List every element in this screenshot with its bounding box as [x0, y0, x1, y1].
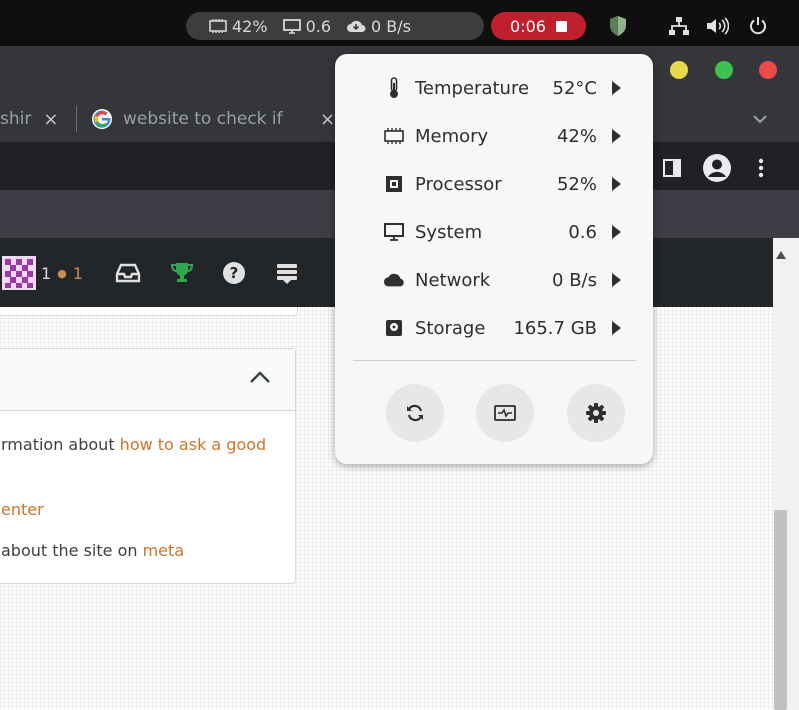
gear-icon [586, 403, 606, 423]
system-stat-value: 0.6 [305, 16, 332, 36]
chevron-up-icon[interactable] [249, 369, 271, 388]
tab-close-button[interactable]: × [320, 96, 336, 142]
help-center-link[interactable]: enter [1, 500, 44, 519]
close-window-button[interactable] [759, 61, 777, 79]
memory-stat: 42% [208, 17, 268, 36]
minimize-button[interactable] [670, 61, 688, 79]
monitor-row-value: 0.6 [568, 221, 597, 243]
recording-time: 0:06 [510, 16, 546, 36]
monitor-row-label: Storage [415, 317, 486, 339]
tab-title: shir [0, 109, 32, 129]
volume-icon[interactable] [704, 13, 730, 39]
page-scrollbar-thumb[interactable] [774, 510, 787, 710]
settings-button[interactable] [567, 384, 625, 442]
monitor-row-value: 0 B/s [552, 269, 597, 291]
chevron-down-icon [753, 115, 767, 124]
inbox-icon[interactable] [114, 258, 142, 288]
memory-stat-value: 42% [232, 16, 268, 36]
monitor-row-network[interactable]: Network 0 B/s [383, 260, 621, 300]
tab-previous[interactable]: shir × [0, 96, 72, 142]
monitor-icon [383, 221, 405, 243]
card-line-3: about the site on meta [1, 541, 185, 560]
refresh-button[interactable] [386, 384, 444, 442]
monitor-row-temperature[interactable]: Temperature 52°C [383, 68, 621, 108]
system-stat: 0.6 [282, 17, 331, 36]
maximize-button[interactable] [715, 61, 733, 79]
monitor-row-processor[interactable]: Processor 52% [383, 164, 621, 204]
sidebar-info-card: rmation about how to ask a good enter ab… [0, 348, 296, 584]
monitor-row-label: Memory [415, 125, 489, 147]
system-monitor-popup: Temperature 52°C Memory 42% Processor 52… [335, 54, 653, 464]
storage-icon [383, 317, 405, 339]
bronze-badge-icon: ● [57, 266, 67, 280]
monitor-row-value: 165.7 GB [513, 317, 597, 339]
tab-active[interactable]: website to check if [91, 96, 337, 142]
svg-text:?: ? [230, 264, 239, 282]
bronze-badge-count: 1 [72, 263, 83, 283]
monitor-row-value: 42% [556, 125, 597, 147]
monitor-row-system[interactable]: System 0.6 [383, 212, 621, 252]
card-line-2: enter [1, 500, 44, 519]
stop-icon[interactable] [555, 20, 567, 32]
screen-recording-indicator[interactable]: 0:06 [491, 12, 586, 40]
network-stat-value: 0 B/s [371, 16, 411, 36]
achievements-icon[interactable] [169, 258, 195, 288]
tab-divider [76, 106, 77, 132]
reputation-count: 1 [41, 263, 52, 283]
side-panel-icon[interactable] [662, 158, 682, 182]
monitor-row-storage[interactable]: Storage 165.7 GB [383, 308, 621, 348]
monitor-row-value: 52% [556, 173, 597, 195]
tab-close-button[interactable]: × [43, 109, 58, 130]
monitor-row-label: Temperature [415, 77, 530, 99]
cloud-download-icon [347, 20, 366, 32]
card-bottom-edge [0, 307, 298, 316]
card-line-1: rmation about how to ask a good [1, 435, 267, 454]
google-icon [92, 109, 112, 129]
system-monitor-icon [494, 405, 516, 421]
power-icon[interactable] [745, 13, 771, 39]
tab-search-button[interactable] [752, 96, 772, 142]
memory-icon [209, 19, 227, 33]
open-system-monitor-button[interactable] [476, 384, 534, 442]
monitor-row-label: Network [415, 269, 491, 291]
network-icon[interactable] [666, 13, 692, 39]
arrow-right-icon [612, 273, 621, 287]
system-monitor-indicator[interactable]: 42% 0.6 0 B/s [186, 12, 484, 40]
cloud-icon [383, 269, 405, 291]
arrow-right-icon [612, 177, 621, 191]
monitor-icon [282, 19, 301, 34]
arrow-right-icon [612, 321, 621, 335]
help-icon[interactable]: ? [222, 258, 246, 288]
tab-title: website to check if [123, 109, 283, 129]
monitor-row-label: Processor [415, 173, 502, 195]
refresh-icon [407, 404, 423, 422]
profile-avatar-icon[interactable] [702, 153, 732, 187]
monitor-row-memory[interactable]: Memory 42% [383, 116, 621, 156]
memory-icon [383, 125, 405, 147]
shield-icon[interactable] [605, 13, 631, 39]
identicon [2, 256, 36, 290]
processor-icon [383, 173, 405, 195]
browser-menu-icon[interactable] [756, 157, 766, 183]
user-avatar[interactable] [2, 256, 36, 290]
how-to-ask-link[interactable]: how to ask a good [120, 435, 267, 454]
network-stat: 0 B/s [345, 17, 411, 36]
arrow-right-icon [612, 225, 621, 239]
arrow-right-icon [612, 81, 621, 95]
thermometer-icon [383, 77, 405, 99]
site-switcher-icon[interactable] [275, 258, 299, 288]
scroll-up-arrow-icon[interactable] [776, 244, 786, 263]
reputation-info[interactable]: 1 ● 1 [41, 258, 83, 288]
monitor-row-value: 52°C [552, 77, 597, 99]
arrow-right-icon [612, 129, 621, 143]
meta-link[interactable]: meta [143, 541, 185, 560]
popup-divider [353, 360, 636, 361]
monitor-row-label: System [415, 221, 483, 243]
